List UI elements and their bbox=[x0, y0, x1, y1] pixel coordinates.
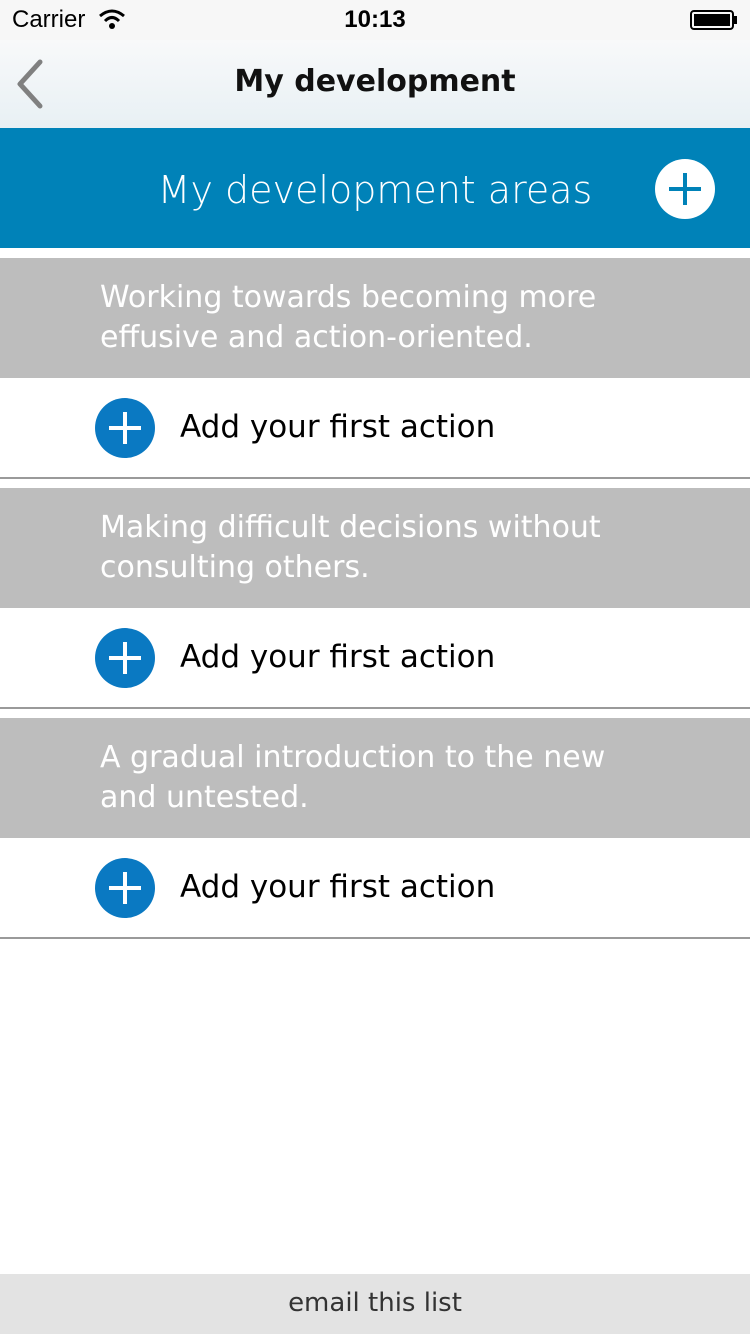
add-action-label[interactable]: Add your first action bbox=[180, 869, 495, 905]
development-areas-header: My development areas bbox=[0, 128, 750, 248]
plus-icon bbox=[109, 642, 141, 674]
battery-icon bbox=[690, 10, 737, 30]
add-action-row[interactable]: Add your first action bbox=[0, 838, 750, 939]
area-description: Making difficult decisions without consu… bbox=[100, 510, 601, 585]
section-title: My development areas bbox=[157, 168, 593, 212]
add-area-button[interactable] bbox=[655, 159, 715, 219]
add-action-label[interactable]: Add your first action bbox=[180, 409, 495, 445]
add-action-row[interactable]: Add your first action bbox=[0, 608, 750, 709]
add-action-icon[interactable] bbox=[95, 858, 155, 918]
email-list-label[interactable]: email this list bbox=[288, 1288, 462, 1318]
plus-icon bbox=[669, 173, 701, 205]
add-action-icon[interactable] bbox=[95, 628, 155, 688]
email-list-button[interactable]: email this list bbox=[0, 1274, 750, 1334]
area-description-panel: Making difficult decisions without consu… bbox=[0, 488, 750, 608]
area-description: A gradual introduction to the new and un… bbox=[100, 740, 606, 815]
plus-icon bbox=[109, 872, 141, 904]
area-description-panel: A gradual introduction to the new and un… bbox=[0, 718, 750, 838]
status-time: 10:13 bbox=[344, 6, 406, 33]
plus-icon bbox=[109, 412, 141, 444]
area-description: Working towards becoming more effusive a… bbox=[100, 280, 597, 355]
add-action-row[interactable]: Add your first action bbox=[0, 378, 750, 479]
status-bar: Carrier 10:13 bbox=[0, 0, 750, 40]
add-action-label[interactable]: Add your first action bbox=[180, 639, 495, 675]
page-title: My development bbox=[234, 64, 516, 99]
add-action-icon[interactable] bbox=[95, 398, 155, 458]
app-screen: Carrier 10:13 My development My developm… bbox=[0, 0, 750, 1334]
area-description-panel: Working towards becoming more effusive a… bbox=[0, 258, 750, 378]
navigation-bar: My development bbox=[0, 40, 750, 128]
